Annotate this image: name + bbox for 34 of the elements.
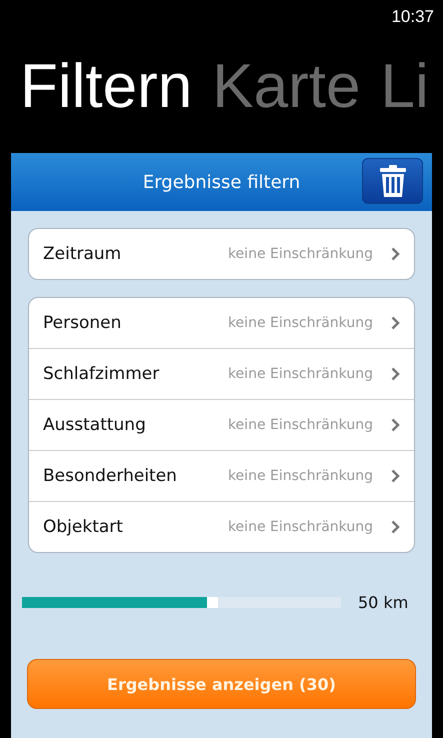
trash-icon (380, 165, 406, 197)
filter-label: Besonderheiten (43, 466, 178, 486)
filter-label: Zeitraum (43, 244, 122, 264)
chevron-icon (391, 418, 400, 432)
chevron-icon (391, 247, 400, 261)
pivot-tab[interactable]: Li (380, 56, 429, 118)
pivot-tab[interactable]: Karte (212, 56, 360, 118)
filter-row[interactable]: Ausstattung keine Einschränkung (29, 399, 414, 450)
filter-row[interactable]: Besonderheiten keine Einschränkung (29, 450, 414, 501)
filter-label: Objektart (43, 517, 124, 537)
filter-value: keine Einschränkung (228, 366, 373, 382)
chevron-icon (391, 316, 400, 330)
filter-value: keine Einschränkung (228, 417, 373, 433)
filter-row[interactable]: Zeitraum keine Einschränkung (29, 229, 414, 279)
filter-label: Ausstattung (43, 415, 147, 435)
filter-row[interactable]: Personen keine Einschränkung (29, 298, 414, 348)
filter-row[interactable]: Objektart keine Einschränkung (29, 501, 414, 552)
chevron-icon (391, 367, 400, 381)
filter-value: keine Einschränkung (228, 468, 373, 484)
panel-title: Ergebnisse filtern (142, 172, 300, 192)
distance-slider[interactable] (22, 597, 341, 608)
filter-row[interactable]: Schlafzimmer keine Einschränkung (29, 348, 414, 399)
filter-label: Schlafzimmer (43, 364, 160, 384)
slider-thumb[interactable] (207, 597, 218, 608)
clock: 10:37 (391, 7, 434, 27)
pivot-tab[interactable]: Filtern (20, 56, 192, 118)
trash-button[interactable] (362, 158, 423, 204)
filter-value: keine Einschränkung (228, 246, 373, 262)
chevron-icon (391, 469, 400, 483)
chevron-icon (391, 520, 400, 534)
filter-label: Personen (43, 313, 122, 333)
distance-reading: 50 km (358, 593, 408, 612)
filter-value: keine Einschränkung (228, 315, 373, 331)
filter-value: keine Einschränkung (228, 519, 373, 535)
